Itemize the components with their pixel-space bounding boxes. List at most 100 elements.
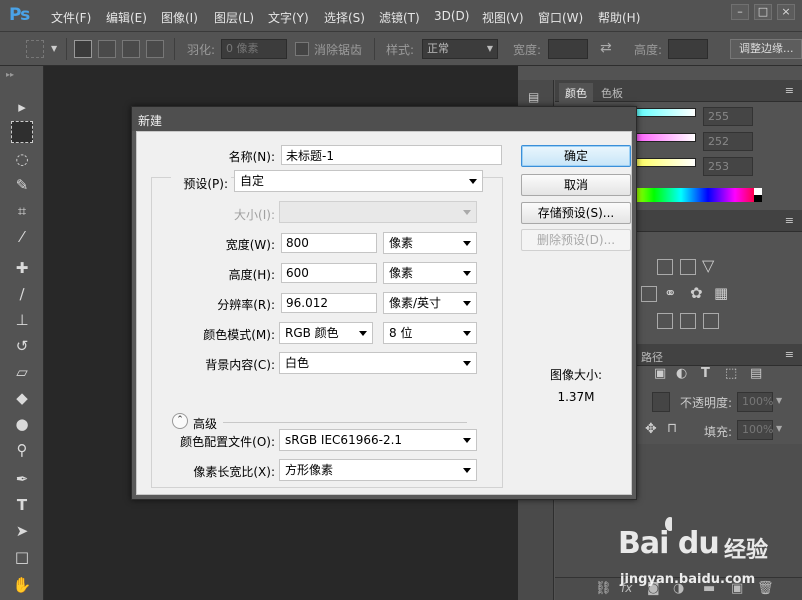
feather-input[interactable]: 0 像素 <box>221 39 287 59</box>
dodge-tool-icon[interactable]: ⚲ <box>11 439 33 461</box>
menu-filter[interactable]: 滤镜(T) <box>379 9 420 26</box>
size-select[interactable] <box>279 201 477 223</box>
menu-3d[interactable]: 3D(D) <box>434 9 469 23</box>
posterize-icon[interactable] <box>657 313 673 329</box>
pixel-aspect-select[interactable]: 方形像素 <box>279 459 477 481</box>
height-input[interactable] <box>281 263 377 283</box>
resolution-input[interactable] <box>281 293 377 313</box>
fill-input[interactable]: 100% <box>737 420 773 440</box>
marquee-tool-icon[interactable] <box>11 121 33 143</box>
white-swatch[interactable] <box>754 188 762 195</box>
path-select-tool-icon[interactable]: ➤ <box>11 520 33 542</box>
history-icon[interactable]: ▤ <box>528 90 539 104</box>
swap-icon[interactable]: ⇄ <box>600 40 612 56</box>
preset-select[interactable]: 自定 <box>234 170 483 192</box>
green-value[interactable]: 252 <box>703 132 753 151</box>
restore-button[interactable]: □ <box>754 4 772 20</box>
marquee-tool-preset-icon[interactable] <box>26 40 44 58</box>
paint-bucket-tool-icon[interactable]: ◆ <box>11 387 33 409</box>
quick-select-tool-icon[interactable]: ✎ <box>11 174 33 196</box>
menu-help[interactable]: 帮助(H) <box>598 9 640 26</box>
height-unit-select[interactable]: 像素 <box>383 262 477 284</box>
rectangle-tool-icon[interactable]: □ <box>11 546 33 568</box>
blur-tool-icon[interactable]: ● <box>11 413 33 435</box>
type-tool-icon[interactable]: T <box>11 494 33 516</box>
black-swatch[interactable] <box>754 195 762 202</box>
subtract-selection-icon[interactable] <box>122 40 140 58</box>
bit-depth-select[interactable]: 8 位 <box>383 322 477 344</box>
color-mode-select[interactable]: RGB 颜色 <box>279 322 373 344</box>
minimize-button[interactable]: – <box>731 4 749 20</box>
chevron-down-icon[interactable]: ▼ <box>776 424 782 433</box>
chevron-down-icon[interactable]: ▼ <box>51 44 57 53</box>
color-balance-icon[interactable] <box>641 286 657 302</box>
resolution-unit-select[interactable]: 像素/英寸 <box>383 292 477 314</box>
tab-paths[interactable]: 路径 <box>635 347 669 366</box>
menu-window[interactable]: 窗口(W) <box>538 9 583 26</box>
color-profile-select[interactable]: sRGB IEC61966-2.1 <box>279 429 477 451</box>
filter-smart-object-icon[interactable]: ▤ <box>750 366 762 381</box>
lock-position-icon[interactable]: ✥ <box>645 421 657 437</box>
style-select[interactable]: 正常 ▼ <box>422 39 498 59</box>
filter-pixel-icon[interactable]: ▣ <box>654 366 666 381</box>
panel-menu-icon[interactable]: ≡ <box>785 84 794 97</box>
crop-tool-icon[interactable]: ⌗ <box>11 200 33 222</box>
clone-stamp-tool-icon[interactable]: ⊥ <box>11 309 33 331</box>
chevron-down-icon[interactable]: ▼ <box>776 396 782 405</box>
brush-tool-icon[interactable]: ∕ <box>11 283 33 305</box>
new-selection-icon[interactable] <box>74 40 92 58</box>
panel-menu-icon[interactable]: ≡ <box>785 348 794 361</box>
blend-mode-select[interactable] <box>652 392 670 412</box>
blue-value[interactable]: 253 <box>703 157 753 176</box>
lasso-tool-icon[interactable]: ◌ <box>11 148 33 170</box>
pen-tool-icon[interactable]: ✒ <box>11 468 33 490</box>
menu-type[interactable]: 文字(Y) <box>268 9 309 26</box>
curves-icon[interactable] <box>680 259 696 275</box>
move-tool-icon[interactable]: ▸ <box>11 96 33 118</box>
filter-adjustment-icon[interactable]: ◐ <box>676 366 687 381</box>
history-brush-tool-icon[interactable]: ↺ <box>11 335 33 357</box>
tab-color[interactable]: 颜色 <box>559 83 593 102</box>
menu-edit[interactable]: 编辑(E) <box>106 9 147 26</box>
refine-edge-button[interactable]: 调整边缘... <box>730 39 802 59</box>
hand-tool-icon[interactable]: ✋ <box>11 574 33 596</box>
height-input[interactable] <box>668 39 708 59</box>
tab-swatches[interactable]: 色板 <box>595 83 629 102</box>
add-to-selection-icon[interactable] <box>98 40 116 58</box>
grid-icon[interactable]: ▦ <box>714 284 728 302</box>
width-input[interactable] <box>281 233 377 253</box>
advanced-toggle-button[interactable]: ⌃ <box>172 413 188 429</box>
menu-select[interactable]: 选择(S) <box>324 9 365 26</box>
link-icon[interactable]: ⛓ <box>595 581 612 596</box>
filter-type-icon[interactable]: T <box>701 366 710 381</box>
filter-shape-icon[interactable]: ⬚ <box>725 366 737 381</box>
red-value[interactable]: 255 <box>703 107 753 126</box>
lock-all-icon[interactable]: ⊓ <box>667 421 677 436</box>
menu-file[interactable]: 文件(F) <box>51 9 91 26</box>
grip-icon[interactable]: ▸▸ <box>6 70 14 79</box>
name-input[interactable] <box>281 145 502 165</box>
channel-mixer-icon[interactable]: ⚭ <box>664 284 677 302</box>
antialias-checkbox[interactable] <box>295 42 309 56</box>
levels-icon[interactable] <box>657 259 673 275</box>
menu-image[interactable]: 图像(I) <box>161 9 198 26</box>
eyedropper-tool-icon[interactable]: ⁄ <box>11 226 33 248</box>
cancel-button[interactable]: 取消 <box>521 174 631 196</box>
panel-menu-icon[interactable]: ≡ <box>785 214 794 227</box>
save-preset-button[interactable]: 存储预设(S)... <box>521 202 631 224</box>
eraser-tool-icon[interactable]: ▱ <box>11 361 33 383</box>
gradient-map-icon[interactable]: ▽ <box>702 256 714 275</box>
delete-preset-button[interactable]: 删除预设(D)... <box>521 229 631 251</box>
menu-view[interactable]: 视图(V) <box>482 9 524 26</box>
color-lookup-icon[interactable]: ✿ <box>690 284 703 302</box>
width-unit-select[interactable]: 像素 <box>383 232 477 254</box>
menu-layer[interactable]: 图层(L) <box>214 9 254 26</box>
close-window-button[interactable]: × <box>777 4 795 20</box>
selective-color-icon[interactable] <box>703 313 719 329</box>
opacity-input[interactable]: 100% <box>737 392 773 412</box>
intersect-selection-icon[interactable] <box>146 40 164 58</box>
background-select[interactable]: 白色 <box>279 352 477 374</box>
threshold-icon[interactable] <box>680 313 696 329</box>
healing-brush-tool-icon[interactable]: ✚ <box>11 257 33 279</box>
width-input[interactable] <box>548 39 588 59</box>
